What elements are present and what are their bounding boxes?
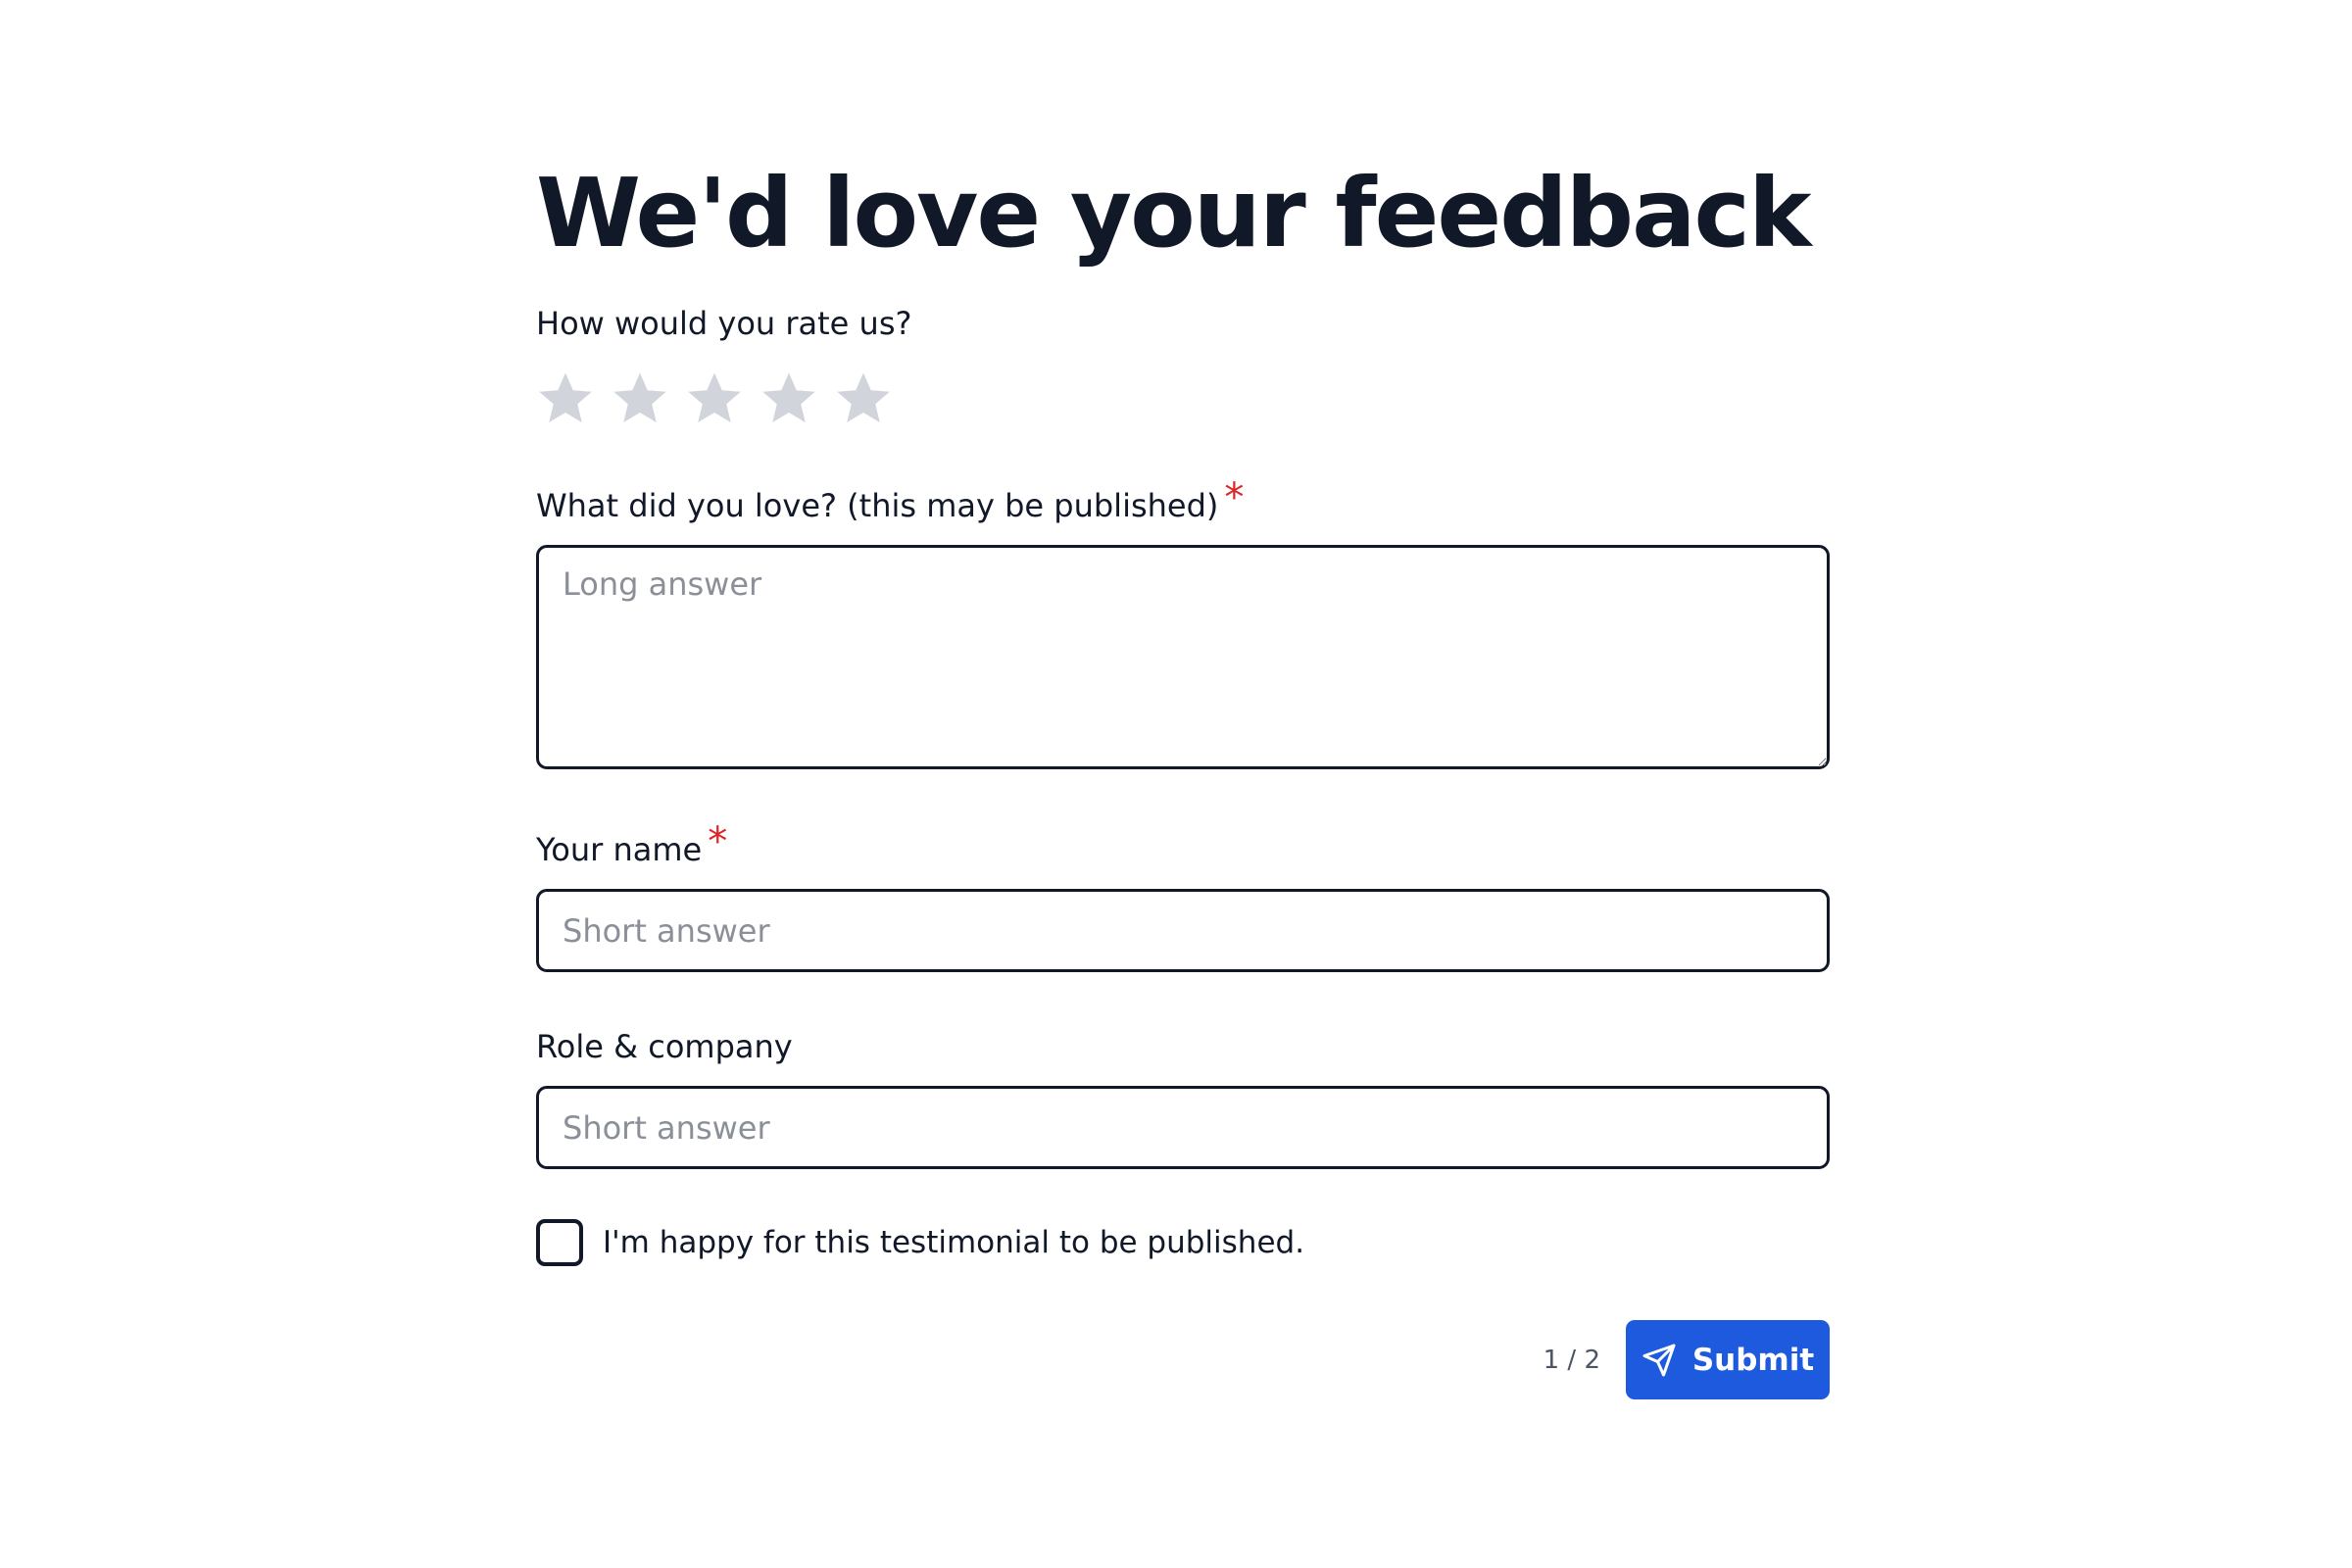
name-input[interactable] xyxy=(536,889,1830,972)
star-1-icon[interactable] xyxy=(536,368,595,427)
star-3-icon[interactable] xyxy=(685,368,744,427)
role-label: Role & company xyxy=(536,1028,793,1065)
required-marker: * xyxy=(1224,475,1245,520)
feedback-form: We'd love your feedback How would you ra… xyxy=(536,157,1830,1399)
consent-row: I'm happy for this testimonial to be pub… xyxy=(536,1218,1830,1267)
star-4-icon[interactable] xyxy=(760,368,818,427)
star-2-icon[interactable] xyxy=(611,368,669,427)
submit-button[interactable]: Submit xyxy=(1626,1320,1830,1399)
required-marker: * xyxy=(708,819,728,864)
name-label-text: Your name xyxy=(536,831,703,868)
page-indicator: 1 / 2 xyxy=(1543,1345,1600,1375)
name-label: Your name * xyxy=(536,822,1830,869)
star-5-icon[interactable] xyxy=(834,368,893,427)
page-title: We'd love your feedback xyxy=(536,158,1812,269)
rating-label: How would you rate us? xyxy=(536,305,912,342)
send-icon xyxy=(1642,1343,1677,1378)
submit-label: Submit xyxy=(1691,1342,1815,1378)
consent-checkbox[interactable] xyxy=(536,1219,583,1266)
love-label-text: What did you love? (this may be publishe… xyxy=(536,487,1219,524)
form-footer: 1 / 2 Submit xyxy=(536,1320,1830,1399)
role-company-input[interactable] xyxy=(536,1086,1830,1169)
feedback-page: We'd love your feedback How would you ra… xyxy=(0,0,2352,1568)
love-textarea[interactable] xyxy=(536,545,1830,769)
star-rating xyxy=(536,365,1830,431)
love-label: What did you love? (this may be publishe… xyxy=(536,478,1830,525)
consent-label[interactable]: I'm happy for this testimonial to be pub… xyxy=(603,1225,1304,1260)
